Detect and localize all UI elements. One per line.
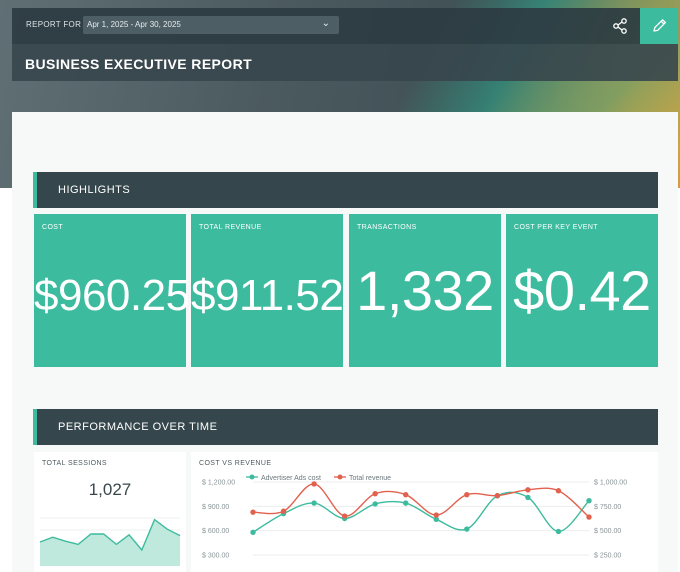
- legend-marker: [249, 474, 255, 480]
- sessions-sparkline: [39, 517, 181, 566]
- revenue-data-point: [494, 492, 501, 499]
- share-icon: [613, 18, 627, 34]
- cost-data-point: [311, 500, 317, 506]
- kpi-value: $911.52: [191, 271, 344, 320]
- cost-data-point: [525, 494, 531, 501]
- kpi-card-cost: COST $960.25: [34, 214, 190, 367]
- kpi-label: COST: [42, 224, 64, 231]
- kpi-value: 1,332: [356, 259, 494, 322]
- kpi-label: TRANSACTIONS: [357, 224, 417, 231]
- total-sessions-card: TOTAL SESSIONS 1,027: [34, 452, 186, 572]
- kpi-value: $0.42: [513, 259, 651, 322]
- right-axis-tick: $ 250.00: [594, 553, 621, 560]
- cost-data-point: [464, 526, 470, 532]
- legend-item: Advertiser Ads cost: [246, 474, 321, 482]
- page-title: BUSINESS EXECUTIVE REPORT: [25, 56, 253, 72]
- date-range-select[interactable]: Apr 1, 2025 - Apr 30, 2025 ⌄: [83, 16, 339, 34]
- legend-label: Total revenue: [349, 475, 391, 482]
- kpi-value: $960.25: [34, 271, 190, 320]
- sessions-area: [40, 519, 180, 566]
- section-title: HIGHLIGHTS: [58, 184, 131, 196]
- left-axis-tick: $ 900.00: [202, 504, 229, 511]
- legend-label: Advertiser Ads cost: [261, 475, 321, 482]
- cost-data-point: [372, 501, 378, 507]
- revenue-data-point: [586, 514, 592, 520]
- share-button[interactable]: [610, 16, 630, 36]
- revenue-data-point: [525, 487, 531, 493]
- left-axis-tick: $ 1,200.00: [202, 480, 235, 487]
- cost-data-point: [250, 529, 256, 535]
- chevron-down-icon: ⌄: [321, 18, 330, 29]
- cost-vs-revenue-chart: Advertiser Ads cost Total revenue $ 1,200.…: [202, 474, 627, 560]
- kpi-card-transactions: TRANSACTIONS 1,332: [349, 214, 501, 367]
- report-for-label: REPORT FOR: [26, 20, 82, 29]
- performance-section-header: PERFORMANCE OVER TIME: [33, 409, 658, 445]
- cost-data-point: [555, 528, 562, 535]
- right-axis-tick: $ 750.00: [594, 504, 621, 511]
- revenue-data-point: [250, 509, 256, 515]
- cost-data-point: [586, 497, 592, 504]
- revenue-series-line: [252, 483, 590, 518]
- kpi-card-cost-per-key-event: COST PER KEY EVENT $0.42: [506, 214, 658, 367]
- revenue-data-point: [341, 513, 348, 519]
- kpi-label: TOTAL REVENUE: [199, 224, 262, 231]
- revenue-data-point: [372, 490, 378, 497]
- left-axis-tick: $ 600.00: [202, 528, 229, 535]
- report-title-bar: BUSINESS EXECUTIVE REPORT: [12, 44, 678, 81]
- revenue-data-point: [464, 491, 470, 498]
- cost-series-line: [252, 491, 590, 533]
- pencil-icon: [653, 19, 667, 32]
- right-axis-tick: $ 500.00: [594, 528, 621, 535]
- kpi-label: COST PER KEY EVENT: [514, 224, 598, 231]
- section-title: PERFORMANCE OVER TIME: [58, 421, 218, 433]
- revenue-data-point: [433, 512, 439, 518]
- cost-vs-revenue-card: COST VS REVENUE Advertiser Ads cost Total…: [191, 452, 658, 572]
- revenue-data-point: [280, 508, 287, 514]
- date-range-value: Apr 1, 2025 - Apr 30, 2025: [87, 20, 181, 29]
- revenue-data-point: [555, 488, 562, 494]
- legend-item: Total revenue: [334, 474, 391, 482]
- revenue-data-point: [311, 481, 317, 487]
- revenue-data-point: [403, 491, 409, 498]
- kpi-card-total-revenue: TOTAL REVENUE $911.52: [191, 214, 344, 367]
- cost-data-point: [403, 500, 409, 506]
- edit-button[interactable]: [640, 8, 678, 44]
- top-toolbar: REPORT FOR Apr 1, 2025 - Apr 30, 2025 ⌄: [12, 8, 678, 44]
- highlights-section-header: HIGHLIGHTS: [33, 172, 658, 208]
- left-axis-tick: $ 300.00: [202, 553, 229, 560]
- right-axis-tick: $ 1,000.00: [594, 480, 627, 487]
- legend-marker: [337, 474, 343, 480]
